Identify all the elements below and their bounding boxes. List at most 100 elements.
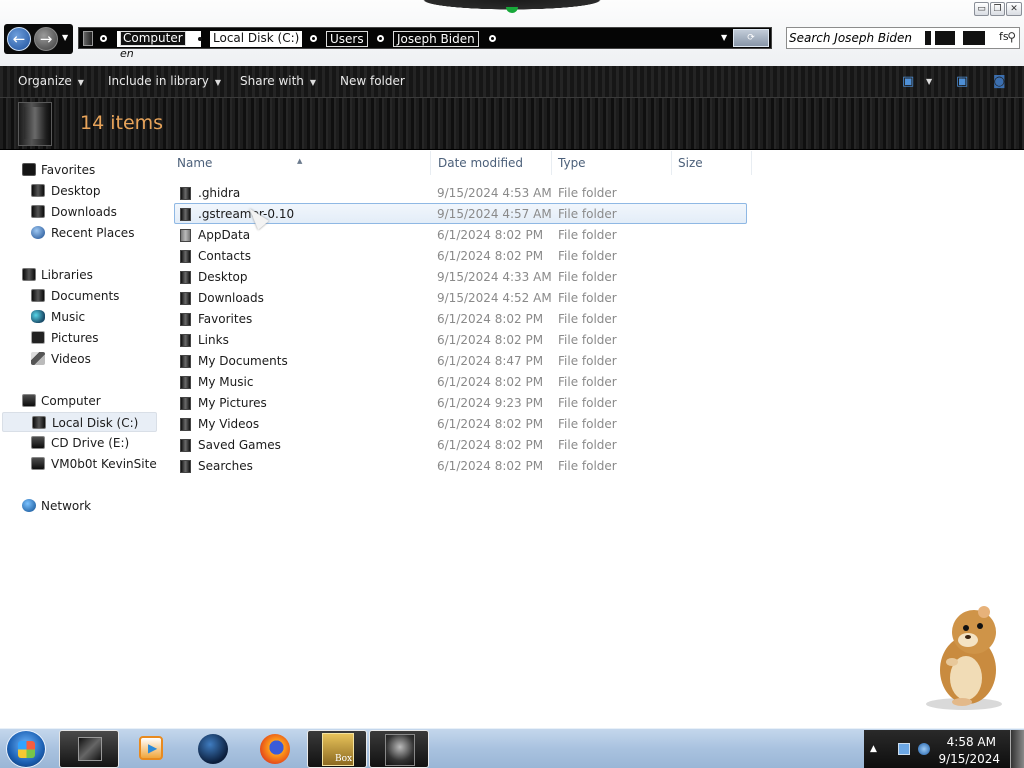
title-bar: ▭ ❐ ✕ ← → ▼ Computeren Local Disk (C:) U… xyxy=(0,0,1024,66)
refresh-button[interactable]: ⟳ xyxy=(733,29,769,47)
system-tray: ▲ 4:58 AM 9/15/2024 xyxy=(864,730,1024,768)
file-name: .ghidra xyxy=(198,186,241,200)
breadcrumb-separator[interactable] xyxy=(100,35,107,42)
sidebar-item-desktop[interactable]: Desktop xyxy=(0,181,160,201)
table-row[interactable]: Saved Games 6/1/2024 8:02 PM File folder xyxy=(174,434,747,455)
sidebar-item-label: Desktop xyxy=(51,184,101,198)
file-name: AppData xyxy=(198,228,251,242)
column-header-type[interactable]: Type xyxy=(553,151,672,175)
breadcrumb-local-disk[interactable]: Local Disk (C:) xyxy=(210,31,303,47)
column-header-size[interactable]: Size xyxy=(673,151,752,175)
downloads-icon xyxy=(31,205,45,218)
status-led-icon xyxy=(506,7,518,13)
folder-icon xyxy=(180,397,191,410)
computer-icon xyxy=(22,394,36,407)
file-type: File folder xyxy=(558,186,617,200)
file-name: My Music xyxy=(198,375,254,389)
recent-places-icon xyxy=(31,226,45,239)
file-name: My Videos xyxy=(198,417,260,431)
table-row[interactable]: Downloads 9/15/2024 4:52 AM File folder xyxy=(174,287,747,308)
clock-time[interactable]: 4:58 AM xyxy=(864,735,1024,749)
sidebar-item-videos[interactable]: Videos xyxy=(0,349,160,369)
breadcrumb-separator[interactable] xyxy=(377,35,384,42)
column-header-name[interactable]: Name ▲ xyxy=(172,151,431,175)
sidebar-item-recent-places[interactable]: Recent Places xyxy=(0,223,160,243)
share-with-label: Share with xyxy=(240,74,304,88)
search-box[interactable]: fs ⚲ xyxy=(786,27,1024,49)
maximize-button[interactable]: ❐ xyxy=(990,2,1005,16)
sidebar-network[interactable]: Network xyxy=(0,496,160,516)
media-player-taskbar-button[interactable]: ▶ xyxy=(121,730,181,768)
explorer-taskbar-button[interactable] xyxy=(59,730,119,768)
back-button[interactable]: ← xyxy=(7,27,31,51)
view-options-dropdown[interactable]: ▼ xyxy=(926,74,932,90)
search-icon[interactable]: ⚲ xyxy=(1007,30,1016,44)
folder-icon xyxy=(180,313,191,326)
minimize-button[interactable]: ▭ xyxy=(974,2,989,16)
table-row[interactable]: Searches 6/1/2024 8:02 PM File folder xyxy=(174,455,747,476)
app-icon xyxy=(385,734,415,766)
table-row[interactable]: My Videos 6/1/2024 8:02 PM File folder xyxy=(174,413,747,434)
folder-icon xyxy=(180,460,191,473)
address-dropdown[interactable]: ▼ xyxy=(721,29,731,47)
preview-pane-icon[interactable]: ▣ xyxy=(956,74,968,90)
drive-icon xyxy=(32,416,46,429)
large-folder-icon xyxy=(18,102,52,146)
help-icon[interactable]: ◙ xyxy=(993,74,1006,90)
table-row[interactable]: Desktop 9/15/2024 4:33 AM File folder xyxy=(174,266,747,287)
breadcrumb-separator[interactable] xyxy=(489,35,496,42)
sidebar-favorites[interactable]: Favorites xyxy=(0,160,160,180)
folder-icon xyxy=(180,334,191,347)
close-button[interactable]: ✕ xyxy=(1006,2,1022,16)
table-row[interactable]: .ghidra 9/15/2024 4:53 AM File folder xyxy=(174,182,747,203)
folder-icon xyxy=(180,271,191,284)
column-header-date-modified[interactable]: Date modified xyxy=(433,151,552,175)
hamster-gadget-icon[interactable] xyxy=(922,604,1010,712)
breadcrumb-user-folder[interactable]: Joseph Biden xyxy=(393,31,479,47)
new-folder-button[interactable]: New folder xyxy=(336,66,409,98)
sidebar-item-cd-drive[interactable]: CD Drive (E:) xyxy=(0,433,160,453)
sidebar-item-pictures[interactable]: Pictures xyxy=(0,328,160,348)
libraries-icon xyxy=(22,268,36,281)
clock-date[interactable]: 9/15/2024 xyxy=(864,752,1024,766)
sidebar-libraries[interactable]: Libraries xyxy=(0,265,160,285)
breadcrumb-computer[interactable]: Computeren xyxy=(117,31,201,60)
folder-icon xyxy=(180,355,191,368)
sidebar-item-local-disk[interactable]: Local Disk (C:) xyxy=(2,412,157,432)
start-button[interactable] xyxy=(6,730,46,768)
table-row[interactable]: My Pictures 6/1/2024 9:23 PM File folder xyxy=(174,392,747,413)
forward-button[interactable]: → xyxy=(34,27,58,51)
sidebar-item-downloads[interactable]: Downloads xyxy=(0,202,160,222)
app-taskbar-button[interactable] xyxy=(369,730,429,768)
organize-menu[interactable]: Organize ▼ xyxy=(14,66,88,98)
table-row[interactable]: My Music 6/1/2024 8:02 PM File folder xyxy=(174,371,747,392)
table-row[interactable]: Contacts 6/1/2024 8:02 PM File folder xyxy=(174,245,747,266)
sidebar-item-documents[interactable]: Documents xyxy=(0,286,160,306)
change-view-icon[interactable]: ▣ xyxy=(902,74,914,90)
network-icon xyxy=(22,499,36,512)
include-in-library-menu[interactable]: Include in library ▼ xyxy=(104,66,225,98)
table-row[interactable]: Favorites 6/1/2024 8:02 PM File folder xyxy=(174,308,747,329)
recent-pages-dropdown[interactable]: ▼ xyxy=(62,33,68,42)
box-game-taskbar-button[interactable]: Box xyxy=(307,730,367,768)
browser-globe-taskbar-button[interactable] xyxy=(183,730,243,768)
file-name: Searches xyxy=(198,459,253,473)
breadcrumb-separator[interactable] xyxy=(310,35,317,42)
folder-icon xyxy=(83,31,93,46)
table-row[interactable]: My Documents 6/1/2024 8:47 PM File folde… xyxy=(174,350,747,371)
show-desktop-button[interactable] xyxy=(1010,730,1024,768)
explorer-icon xyxy=(78,737,102,761)
breadcrumb-users[interactable]: Users xyxy=(326,31,368,47)
share-with-menu[interactable]: Share with ▼ xyxy=(236,66,320,98)
file-list: Name ▲ Date modified Type Size .ghidra 9… xyxy=(172,151,1024,728)
window-top-ornament xyxy=(400,0,624,13)
table-row[interactable]: Links 6/1/2024 8:02 PM File folder xyxy=(174,329,747,350)
address-bar[interactable]: Computeren Local Disk (C:) Users Joseph … xyxy=(78,27,772,60)
sidebar-computer[interactable]: Computer xyxy=(0,391,160,411)
sidebar-item-music[interactable]: Music xyxy=(0,307,160,327)
file-name: Links xyxy=(198,333,229,347)
search-input[interactable] xyxy=(789,30,927,46)
folder-icon xyxy=(180,250,191,263)
sidebar-item-network-drive[interactable]: VM0b0t KevinSite xyxy=(0,454,160,474)
firefox-taskbar-button[interactable] xyxy=(245,730,305,768)
